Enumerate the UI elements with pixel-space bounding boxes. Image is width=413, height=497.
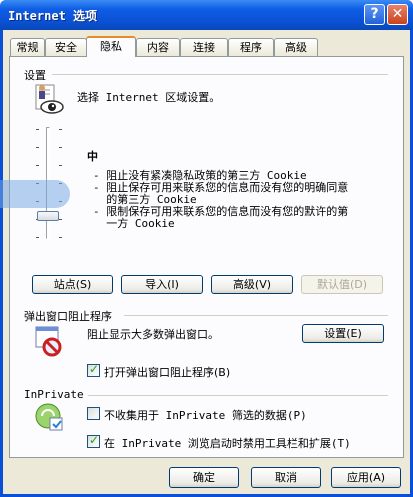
ok-button[interactable]: 确定 [169,467,239,488]
check-mark-icon: ✓ [89,433,100,447]
settings-group-label: 设置 [24,69,46,82]
close-button[interactable]: ✕ [387,4,408,25]
tab-content[interactable]: 内容 [136,38,180,56]
sites-button[interactable]: 站点(S) [32,275,113,294]
inprivate-no-collect-checkbox[interactable] [87,407,100,420]
popup-blocker-checkbox[interactable]: ✓ [87,362,100,377]
privacy-description-line: 一方 Cookie [93,217,175,230]
title-bar[interactable]: Internet 选项 ? ✕ [0,0,413,30]
settings-prompt: 选择 Internet 区域设置。 [77,91,221,104]
privacy-level-label: 中 [87,150,98,163]
popup-settings-button[interactable]: 设置(E) [302,324,384,343]
tab-programs[interactable]: 程序 [228,38,274,56]
inprivate-no-collect-label[interactable]: 不收集用于 InPrivate 筛选的数据(P) [104,407,307,423]
tab-privacy[interactable]: 隐私 [86,36,136,57]
inprivate-divider [88,395,388,396]
inprivate-disable-toolbars-label[interactable]: 在 InPrivate 浏览启动时禁用工具栏和扩展(T) [104,435,351,451]
help-button[interactable]: ? [364,4,385,25]
internet-options-window: Internet 选项 ? ✕ 常规 安全 隐私 内容 连接 程序 高级 设置 [0,0,413,497]
check-mark-icon: ✓ [89,362,100,376]
tab-connections[interactable]: 连接 [180,38,228,56]
selection-highlight-overlay [0,180,70,208]
inprivate-icon [35,403,63,431]
settings-divider [52,74,388,75]
window-title: Internet 选项 [8,9,98,23]
inprivate-group-label: InPrivate [24,388,84,401]
dialog-client: 常规 安全 隐私 内容 连接 程序 高级 设置 选择 Internet 区域设置 [3,30,410,494]
advanced-button[interactable]: 高级(V) [211,275,293,294]
inprivate-disable-toolbars-checkbox[interactable]: ✓ [87,433,100,448]
import-button[interactable]: 导入(I) [121,275,203,294]
cancel-button[interactable]: 取消 [251,467,321,488]
popup-group-label: 弹出窗口阻止程序 [24,310,112,323]
privacy-eye-icon [35,84,64,114]
slider-thumb[interactable] [37,211,59,221]
popup-blocker-icon [35,326,62,357]
apply-button[interactable]: 应用(A) [331,467,401,488]
tab-general[interactable]: 常规 [10,38,45,56]
popup-blocker-label[interactable]: 打开弹出窗口阻止程序(B) [104,364,230,380]
popup-description: 阻止显示大多数弹出窗口。 [87,328,219,341]
tab-security[interactable]: 安全 [45,38,87,56]
privacy-panel: 设置 选择 Internet 区域设置。 中 - 阻止没有紧凑隐私政策的第三方 … [9,56,404,458]
tab-advanced[interactable]: 高级 [274,38,318,56]
popup-divider [124,315,388,316]
default-button[interactable]: 默认值(D) [301,275,383,294]
